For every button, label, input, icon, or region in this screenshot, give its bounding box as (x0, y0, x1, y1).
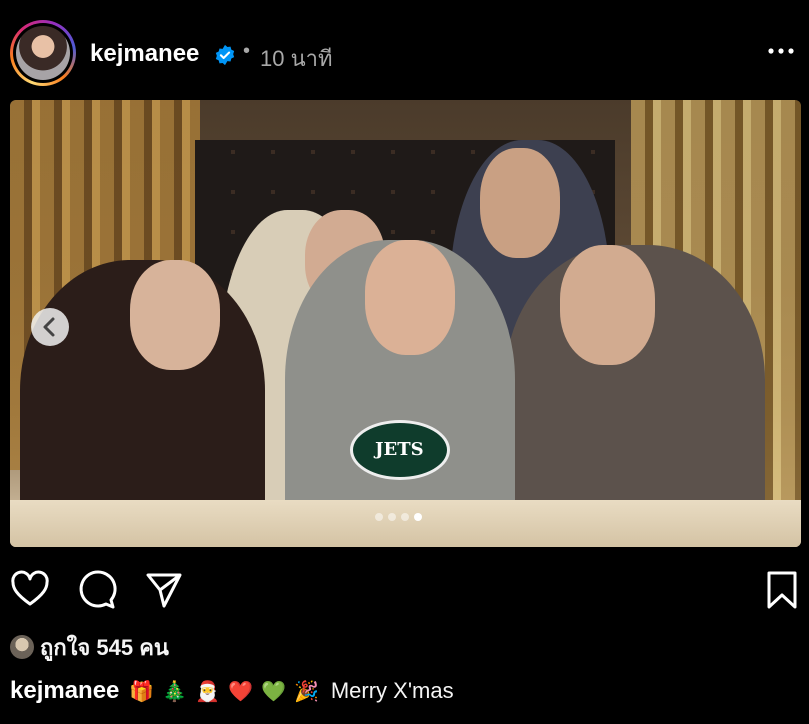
carousel-dot (388, 513, 396, 521)
profile-avatar[interactable] (10, 20, 76, 86)
likes-count[interactable]: ถูกใจ 545 คน (40, 630, 169, 665)
chevron-left-icon (43, 317, 55, 337)
comment-icon[interactable] (78, 570, 118, 610)
carousel-dot (375, 513, 383, 521)
heart-icon[interactable] (10, 570, 50, 610)
carousel-prev-button[interactable] (31, 308, 69, 346)
post-caption: kejmanee 🎁 🎄 🎅 ❤️ 💚 🎉 Merry X'mas (10, 674, 454, 708)
green-heart-emoji: 💚 (261, 679, 286, 703)
gift-emoji: 🎁 (129, 679, 155, 703)
santa-emoji: 🎅 (195, 679, 221, 703)
verified-badge-icon (215, 44, 235, 66)
carousel-dot (401, 513, 409, 521)
likes-row[interactable]: ถูกใจ 545 คน (10, 632, 169, 662)
more-options-icon[interactable] (766, 44, 796, 58)
post-timestamp[interactable]: 10 นาที (260, 41, 332, 76)
caption-text: Merry X'mas (330, 678, 454, 703)
separator-dot: • (243, 40, 251, 62)
red-heart-emoji: ❤️ (228, 679, 254, 703)
avatar-image (16, 26, 70, 80)
liker-avatar (10, 635, 34, 659)
carousel-dot (414, 513, 422, 521)
post-actions (0, 565, 809, 615)
table (10, 500, 801, 547)
send-icon[interactable] (144, 570, 184, 610)
carousel-indicator (375, 513, 422, 521)
party-emoji: 🎉 (293, 679, 319, 703)
post-username[interactable]: kejmanee (90, 40, 199, 68)
jets-logo-text: JETS (375, 439, 424, 460)
tree-emoji: 🎄 (162, 679, 188, 703)
post-photo[interactable]: JETS (10, 100, 801, 547)
jets-logo: JETS (350, 420, 450, 480)
bookmark-icon[interactable] (762, 570, 802, 610)
post-header: kejmanee • 10 นาที (0, 0, 809, 100)
caption-username[interactable]: kejmanee (10, 677, 119, 705)
